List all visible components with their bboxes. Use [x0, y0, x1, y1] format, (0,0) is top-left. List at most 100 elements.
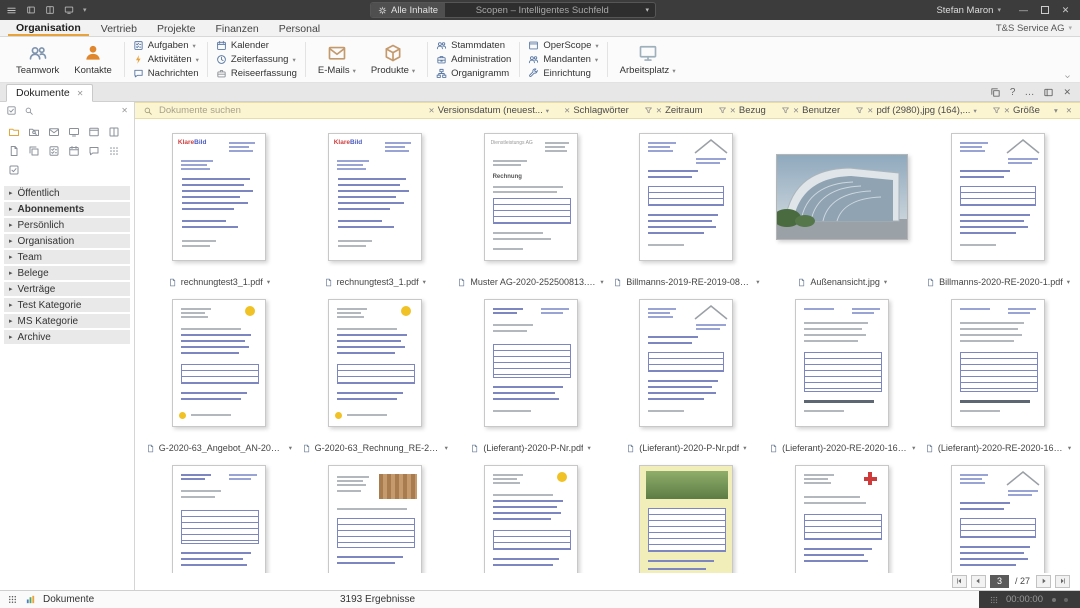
document-thumbnail[interactable] [639, 133, 733, 261]
ribbon-button-einrichtung[interactable]: Einrichtung [526, 67, 600, 80]
remove-filter-icon[interactable]: ✕ [1004, 106, 1010, 115]
sidebar-close-icon[interactable]: ✕ [121, 106, 128, 115]
search-caret-icon[interactable]: ▾ [639, 6, 655, 14]
more-options-icon[interactable]: … [1024, 87, 1034, 98]
filter-chip-größe[interactable]: ✕Größe [992, 105, 1040, 116]
ribbon-button-stammdaten[interactable]: Stammdaten [434, 39, 513, 52]
dropdown-caret-icon[interactable]: ▾ [292, 56, 295, 64]
ribbon-button-aktivitäten[interactable]: Aktivitäten▾ [131, 53, 201, 66]
tree-item-organisation[interactable]: ▸Organisation [4, 234, 130, 248]
document-thumbnail[interactable] [172, 465, 266, 573]
filterbar-close-icon[interactable]: ✕ [1066, 106, 1072, 115]
ribbon-button-kontakte[interactable]: Kontakte [68, 42, 118, 77]
help-icon[interactable]: ? [1010, 87, 1016, 98]
view-grid-icon[interactable] [7, 594, 18, 605]
tree-item-archive[interactable]: ▸Archive [4, 330, 130, 344]
ribbon-button-aufgaben[interactable]: Aufgaben▾ [131, 39, 201, 52]
document-menu-icon[interactable]: ▾ [884, 278, 887, 286]
document-name[interactable]: (Lieferant)-2020-RE-2020-16.pdf [938, 443, 1064, 453]
remove-filter-icon[interactable]: ✕ [656, 106, 662, 115]
company-selector[interactable]: T&S Service AG ▾ [996, 23, 1072, 34]
document-menu-icon[interactable]: ▾ [1068, 444, 1071, 452]
document-menu-icon[interactable]: ▾ [1067, 278, 1070, 286]
tree-item-abonnements[interactable]: ▸Abonnements [4, 202, 130, 216]
minimize-button[interactable]: — [1015, 2, 1032, 18]
sidebar-tool-calendar-icon[interactable] [66, 143, 82, 158]
document-name[interactable]: rechnungtest3_1.pdf [337, 277, 419, 287]
filter-caret-icon[interactable]: ▾ [973, 107, 976, 115]
document-thumbnail[interactable] [776, 154, 908, 240]
duplicate-view-icon[interactable] [990, 87, 1001, 98]
timer-grid-icon[interactable] [989, 595, 999, 605]
remove-filter-icon[interactable]: ✕ [867, 106, 873, 115]
sidebar-tool-folder-icon[interactable] [6, 124, 22, 139]
document-menu-icon[interactable]: ▾ [423, 278, 426, 286]
document-menu-icon[interactable]: ▾ [912, 444, 915, 452]
global-search-field[interactable]: Alle Inhalte Scopen – Intelligentes Such… [370, 2, 656, 18]
filter-chip-bezug[interactable]: ✕Bezug [718, 105, 766, 116]
first-page-button[interactable] [952, 575, 967, 588]
document-search-input[interactable]: Dokumente suchen [159, 105, 241, 116]
sidebar-tool-screen-icon[interactable] [66, 124, 82, 139]
sidebar-tool-chat-icon[interactable] [86, 143, 102, 158]
ribbon-button-organigramm[interactable]: Organigramm [434, 67, 513, 80]
document-thumbnail[interactable] [951, 299, 1045, 427]
sidebar-tool-griddots-icon[interactable] [106, 143, 122, 158]
menu-tab-personal[interactable]: Personal [271, 20, 328, 36]
apps-caret-icon[interactable]: ▾ [83, 6, 87, 14]
document-thumbnail[interactable] [795, 299, 889, 427]
dropdown-caret-icon[interactable]: ▾ [672, 67, 675, 75]
ribbon-button-operscope[interactable]: OperScope▾ [526, 39, 600, 52]
document-thumbnail[interactable] [484, 465, 578, 573]
tree-item-belege[interactable]: ▸Belege [4, 266, 130, 280]
tree-item-persönlich[interactable]: ▸Persönlich [4, 218, 130, 232]
ribbon-button-arbeitsplatz[interactable]: Arbeitsplatz ▾ [614, 42, 682, 77]
sidebar-tool-tasks-icon[interactable] [46, 143, 62, 158]
dropdown-caret-icon[interactable]: ▾ [595, 56, 598, 64]
ribbon-button-kalender[interactable]: Kalender [214, 39, 299, 52]
dropdown-caret-icon[interactable]: ▾ [595, 42, 598, 50]
sidebar-tool-file-icon[interactable] [6, 143, 22, 158]
sidebar-tool-book-icon[interactable] [106, 124, 122, 139]
select-all-icon[interactable] [6, 105, 17, 116]
screen-icon[interactable] [64, 5, 74, 15]
expand-chevron-icon[interactable]: ▸ [9, 333, 13, 341]
expand-chevron-icon[interactable]: ▸ [9, 253, 13, 261]
remove-filter-icon[interactable]: ✕ [428, 106, 434, 115]
document-menu-icon[interactable]: ▾ [756, 278, 759, 286]
document-name[interactable]: G-2020-63_Angebot_AN-2020-14... [159, 443, 285, 453]
user-menu[interactable]: Stefan Maron ▾ [936, 5, 1011, 16]
search-input[interactable]: Scopen – Intelligentes Suchfeld [445, 5, 639, 16]
menu-tab-organisation[interactable]: Organisation [8, 20, 89, 36]
filter-chip-schlagwörter[interactable]: ✕Schlagwörter [564, 105, 629, 116]
remove-filter-icon[interactable]: ✕ [730, 106, 736, 115]
sidebar-tool-mail-icon[interactable] [46, 124, 62, 139]
document-thumbnail[interactable]: KlareBild [328, 133, 422, 261]
current-page-input[interactable]: 3 [990, 575, 1009, 588]
tree-item-verträge[interactable]: ▸Verträge [4, 282, 130, 296]
filter-chip-versionsdatum-neuest-[interactable]: ✕Versionsdatum (neuest...▾ [428, 105, 549, 116]
document-name[interactable]: Muster AG-2020-252500813.pdf [470, 277, 596, 287]
tab-close-icon[interactable]: ✕ [77, 89, 84, 98]
sidebar-tool-window-icon[interactable] [86, 124, 102, 139]
tree-item-ms-kategorie[interactable]: ▸MS Kategorie [4, 314, 130, 328]
expand-chevron-icon[interactable]: ▸ [9, 301, 13, 309]
tree-item-öffentlich[interactable]: ▸Öffentlich [4, 186, 130, 200]
book-icon[interactable] [45, 5, 55, 15]
dropdown-caret-icon[interactable]: ▾ [192, 42, 195, 50]
filterbar-caret-icon[interactable]: ▾ [1054, 106, 1058, 115]
document-thumbnail[interactable] [328, 299, 422, 427]
popout-panel-icon[interactable] [1043, 87, 1054, 98]
menu-tab-finanzen[interactable]: Finanzen [207, 20, 266, 36]
ribbon-collapse-icon[interactable] [1063, 72, 1072, 81]
expand-chevron-icon[interactable]: ▸ [9, 189, 13, 197]
chart-view-icon[interactable] [25, 594, 36, 605]
document-menu-icon[interactable]: ▾ [587, 444, 590, 452]
dropdown-caret-icon[interactable]: ▾ [353, 67, 356, 75]
document-name[interactable]: (Lieferant)-2020-RE-2020-16.pdf [782, 443, 908, 453]
expand-chevron-icon[interactable]: ▸ [9, 269, 13, 277]
document-menu-icon[interactable]: ▾ [600, 278, 603, 286]
close-button[interactable]: ✕ [1057, 2, 1074, 18]
sidebar-tool-checksq-icon[interactable] [6, 162, 22, 177]
document-menu-icon[interactable]: ▾ [743, 444, 746, 452]
